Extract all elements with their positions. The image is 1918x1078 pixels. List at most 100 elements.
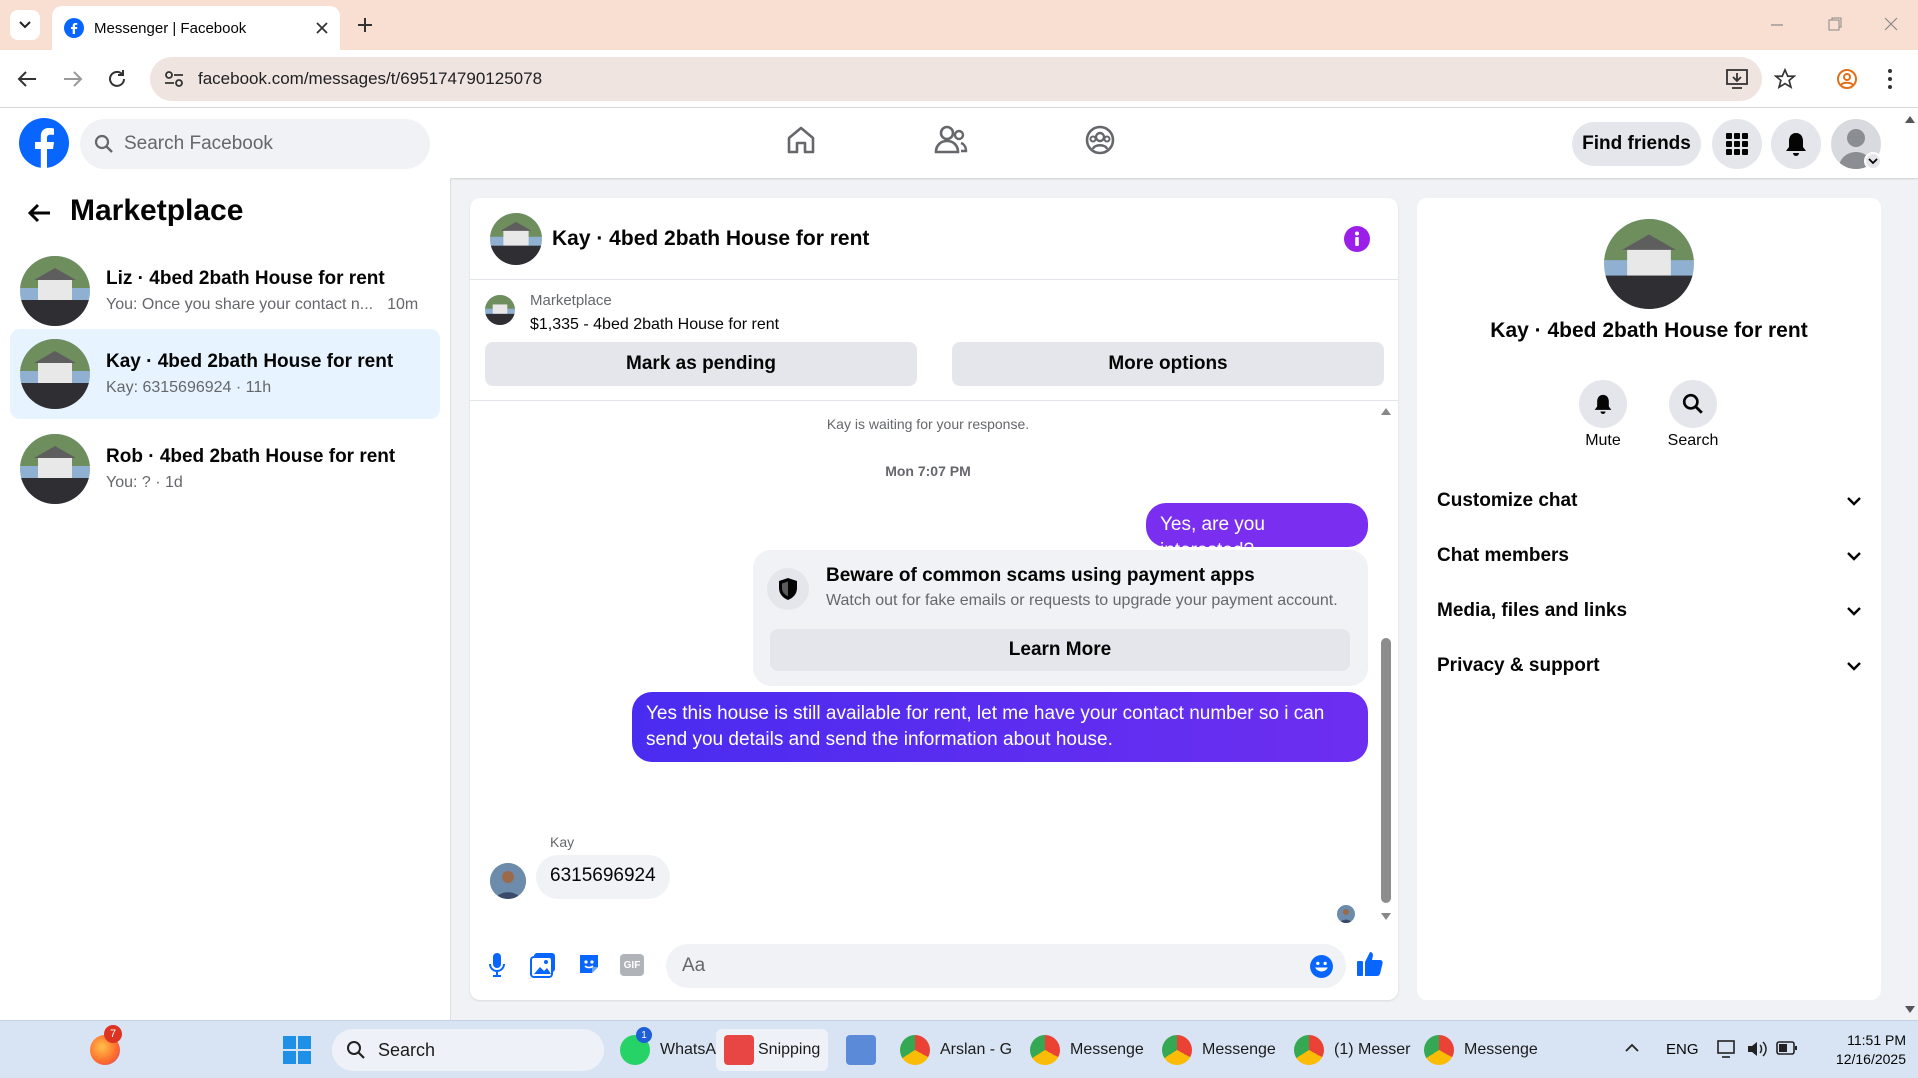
language-indicator[interactable]: ENG <box>1666 1041 1699 1058</box>
page-scroll-up-icon[interactable] <box>1904 114 1916 124</box>
taskbar-app-chrome-5[interactable]: Messenge <box>1424 1029 1538 1071</box>
conversation-item-liz[interactable]: Liz · 4bed 2bath House for rent You: Onc… <box>10 250 440 332</box>
mute-button[interactable] <box>1579 380 1627 428</box>
media-files-links-section[interactable]: Media, files and links <box>1437 591 1862 631</box>
more-options-button[interactable]: More options <box>952 342 1384 386</box>
scam-title: Beware of common scams using payment app… <box>826 565 1255 586</box>
menu-button[interactable] <box>1712 119 1762 169</box>
address-bar[interactable]: facebook.com/messages/t/695174790125078 <box>150 57 1762 101</box>
chrome-icon <box>1424 1035 1454 1065</box>
privacy-support-section[interactable]: Privacy & support <box>1437 646 1862 686</box>
taskbar-app-chrome-2[interactable]: Messenge <box>1030 1029 1144 1071</box>
facebook-logo[interactable] <box>19 118 69 168</box>
minimize-icon[interactable] <box>1770 18 1784 32</box>
shield-icon <box>779 578 797 600</box>
restore-icon[interactable] <box>1828 17 1842 31</box>
reload-icon[interactable] <box>106 68 128 90</box>
chat-members-section[interactable]: Chat members <box>1437 536 1862 576</box>
taskbar-search-label: Search <box>378 1039 436 1060</box>
back-arrow-icon[interactable] <box>26 202 52 224</box>
close-tab-icon[interactable] <box>316 22 328 34</box>
taskbar-browser-pinned[interactable]: 7 <box>90 1025 122 1071</box>
taskbar-app-chrome-4[interactable]: (1) Messer <box>1294 1029 1410 1071</box>
browser-tab[interactable]: Messenger | Facebook <box>52 6 340 50</box>
system-clock[interactable]: 11:51 PM 12/16/2025 <box>1806 1031 1906 1069</box>
notifications-button[interactable] <box>1771 119 1821 169</box>
chevron-down-icon <box>1847 662 1861 671</box>
conversation-item-kay[interactable]: Kay · 4bed 2bath House for rent Kay: 631… <box>10 329 440 419</box>
sender-avatar[interactable] <box>490 863 526 899</box>
scroll-down-arrow-icon[interactable] <box>1380 912 1392 922</box>
conversation-preview: Kay: 6315696924 · 11h <box>106 379 272 396</box>
taskbar-app-snipping[interactable]: Snipping <box>716 1029 829 1071</box>
learn-more-button[interactable]: Learn More <box>770 629 1350 671</box>
listing-thumbnail <box>485 295 515 325</box>
sticker-icon[interactable] <box>577 952 601 976</box>
taskbar-app-label: Arslan - G <box>940 1041 1013 1058</box>
info-icon[interactable] <box>1344 226 1370 252</box>
incoming-message[interactable]: 6315696924 <box>536 855 670 899</box>
bell-icon <box>1594 394 1612 414</box>
taskbar-app-label: Snipping <box>758 1041 821 1058</box>
groups-icon[interactable] <box>1084 124 1116 156</box>
chrome-icon <box>900 1035 930 1065</box>
chat-avatar[interactable] <box>490 212 542 265</box>
customize-chat-section[interactable]: Customize chat <box>1437 481 1862 521</box>
account-dropdown[interactable] <box>1864 152 1882 170</box>
battery-icon[interactable] <box>1776 1041 1798 1055</box>
emoji-icon[interactable] <box>1309 954 1334 979</box>
chat-scrollbar-thumb[interactable] <box>1381 638 1391 903</box>
page-scroll-down-icon[interactable] <box>1904 1005 1916 1015</box>
photo-icon[interactable] <box>530 952 556 978</box>
gif-button[interactable]: GIF <box>620 954 644 976</box>
chat-title[interactable]: Kay · 4bed 2bath House for rent <box>552 227 869 251</box>
microphone-icon[interactable] <box>488 952 506 978</box>
network-icon[interactable] <box>1716 1039 1738 1059</box>
taskbar-app-chrome-1[interactable]: Arslan - G <box>900 1029 1012 1071</box>
back-arrow-icon[interactable] <box>16 69 38 89</box>
friends-icon[interactable] <box>934 124 968 156</box>
chevron-down-icon <box>1868 158 1878 165</box>
conversation-item-rob[interactable]: Rob · 4bed 2bath House for rent You: ? ·… <box>10 428 440 510</box>
install-app-icon[interactable] <box>1726 69 1748 89</box>
waiting-notice: Kay is waiting for your response. <box>826 416 1030 432</box>
like-icon[interactable] <box>1356 950 1384 978</box>
mute-label: Mute <box>1585 432 1621 449</box>
tab-title: Messenger | Facebook <box>94 19 247 37</box>
message-input[interactable]: Aa <box>666 944 1346 988</box>
facebook-search-input[interactable]: Search Facebook <box>80 119 430 169</box>
scroll-up-arrow-icon[interactable] <box>1380 406 1392 416</box>
message-input-placeholder: Aa <box>682 955 706 976</box>
chevron-down-icon <box>1847 497 1861 506</box>
bookmark-star-icon[interactable] <box>1774 68 1796 90</box>
start-button[interactable] <box>282 1029 312 1071</box>
new-tab-icon[interactable] <box>356 16 374 34</box>
taskbar-app-whatsapp[interactable]: 1 WhatsA <box>620 1027 716 1071</box>
chrome-icon <box>1030 1035 1060 1065</box>
close-window-icon[interactable] <box>1884 17 1898 31</box>
chrome-icon <box>1294 1035 1324 1065</box>
taskbar-app-label: Messenge <box>1464 1041 1538 1058</box>
search-icon <box>1682 393 1703 414</box>
profile-icon[interactable] <box>1836 68 1858 90</box>
outgoing-message[interactable]: Yes this house is still available for re… <box>632 692 1368 762</box>
forward-arrow-icon[interactable] <box>62 69 84 89</box>
details-avatar[interactable] <box>1604 219 1694 309</box>
site-settings-icon[interactable] <box>164 70 184 88</box>
listing-title[interactable]: $1,335 - 4bed 2bath House for rent <box>530 316 779 334</box>
volume-icon[interactable] <box>1746 1039 1768 1059</box>
home-icon[interactable] <box>785 124 817 156</box>
mark-as-pending-button[interactable]: Mark as pending <box>485 342 917 386</box>
tab-search-dropdown[interactable] <box>10 10 40 40</box>
taskbar-app-label: (1) Messer <box>1334 1041 1411 1058</box>
taskbar-app-chrome-3[interactable]: Messenge <box>1162 1029 1276 1071</box>
outgoing-message[interactable]: Yes, are you interested? <box>1146 503 1368 561</box>
show-hidden-icons-chevron-icon[interactable] <box>1624 1043 1640 1053</box>
search-icon <box>347 1041 365 1059</box>
browser-menu-icon[interactable] <box>1886 68 1894 90</box>
taskbar-app-tool[interactable] <box>846 1029 876 1071</box>
find-friends-button[interactable]: Find friends <box>1572 122 1701 166</box>
search-in-conversation-button[interactable] <box>1669 380 1717 428</box>
section-label: Media, files and links <box>1437 600 1628 621</box>
taskbar-search-box[interactable]: Search <box>332 1029 604 1071</box>
